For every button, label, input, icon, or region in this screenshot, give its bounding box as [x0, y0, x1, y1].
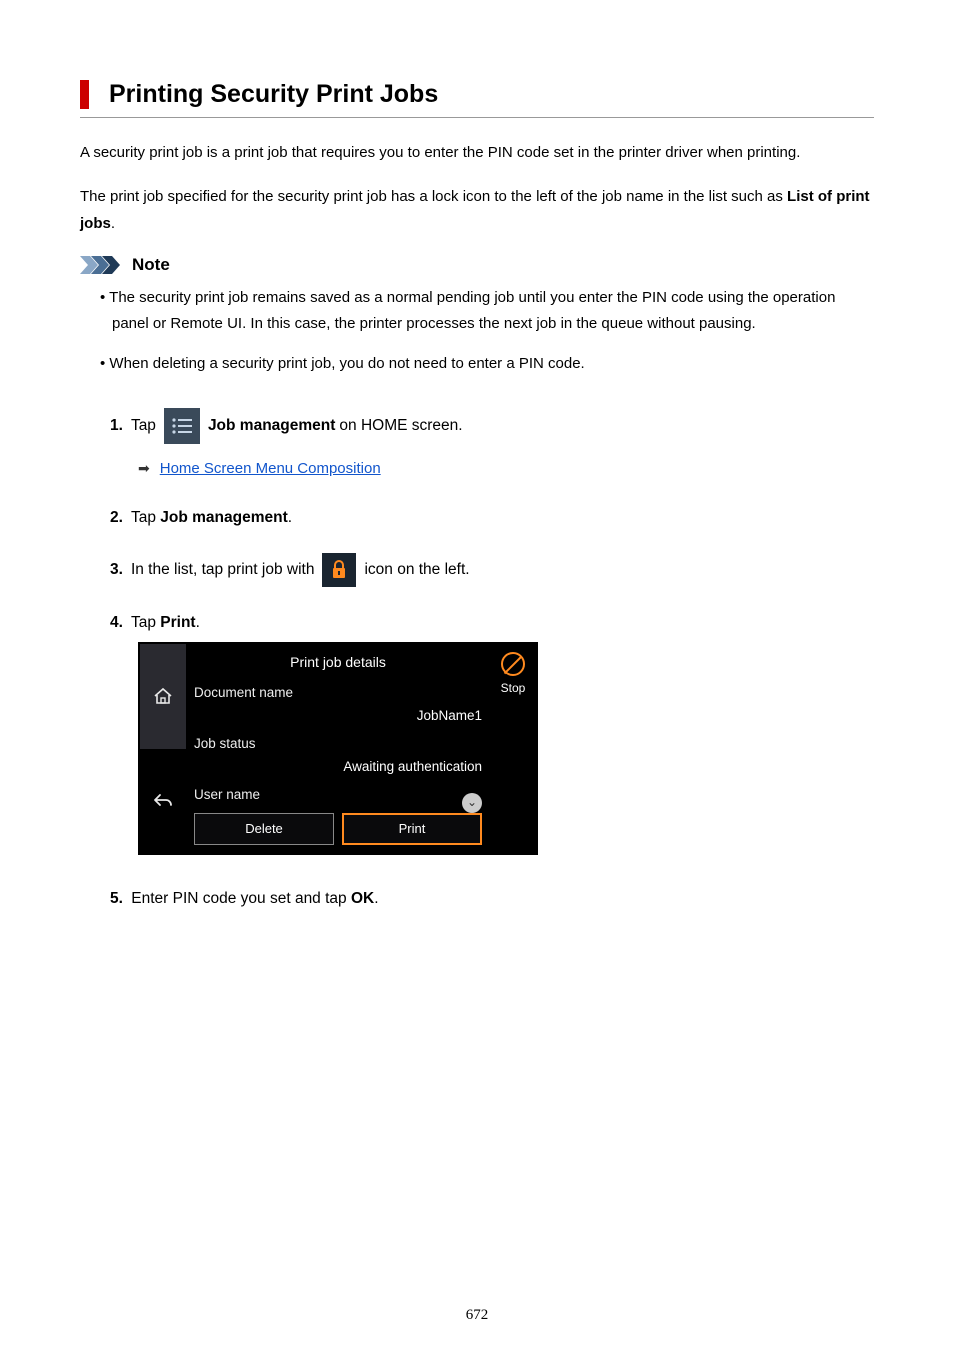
arrow-right-icon: ➡ [138, 456, 150, 481]
title-block: Printing Security Print Jobs [80, 80, 874, 109]
page-number: 672 [0, 1307, 954, 1324]
home-icon[interactable] [140, 644, 186, 749]
note-label: Note [132, 255, 170, 275]
panel-right-col: Stop [490, 644, 536, 853]
panel-content: Print job details Document name JobName1… [186, 644, 490, 853]
panel-row-2-label: User name [194, 783, 482, 807]
steps-list: 1. Tap Job management on HOME screen. ➡ … [80, 408, 874, 913]
step-3-number: 3. [110, 556, 123, 583]
step-4-text-a: Tap [131, 614, 160, 631]
step-5-text-c: . [374, 890, 378, 907]
step-3-text-c: icon on the left. [364, 556, 469, 583]
step-5-bold: OK [351, 890, 374, 907]
step-2: 2. Tap Job management. [110, 504, 874, 531]
home-screen-link[interactable]: Home Screen Menu Composition [160, 456, 381, 482]
back-icon[interactable] [140, 749, 186, 854]
chevron-down-icon[interactable]: ⌄ [462, 793, 482, 813]
step-3-text-a: In the list, tap print job with [131, 556, 315, 583]
print-button[interactable]: Print [342, 813, 482, 846]
step-5-number: 5. [110, 890, 123, 907]
note-item-1: The security print job remains saved as … [100, 285, 874, 338]
step-2-number: 2. [110, 509, 123, 526]
page-title: Printing Security Print Jobs [109, 80, 874, 109]
panel-left-col [140, 644, 186, 853]
stop-icon[interactable] [501, 652, 525, 676]
title-underline [80, 117, 874, 118]
note-item-2: When deleting a security print job, you … [100, 351, 874, 377]
step-1-number: 1. [110, 412, 123, 439]
printer-panel: Print job details Document name JobName1… [138, 642, 538, 855]
step-2-text-c: . [288, 509, 292, 526]
stop-label: Stop [501, 678, 526, 699]
step-5: 5. Enter PIN code you set and tap OK. [110, 885, 874, 912]
intro-paragraph-1: A security print job is a print job that… [80, 140, 874, 166]
intro2-text-a: The print job specified for the security… [80, 188, 787, 205]
step-1-sublink-row: ➡ Home Screen Menu Composition [138, 456, 874, 482]
step-1-bold: Job management [208, 412, 335, 439]
panel-row-1-value: Awaiting authentication [194, 755, 482, 779]
delete-button[interactable]: Delete [194, 813, 334, 846]
step-1-text-a: Tap [131, 412, 156, 439]
lock-icon [322, 553, 356, 587]
intro2-text-c: . [111, 215, 115, 232]
step-4: 4. Tap Print. Print job details Do [110, 609, 874, 856]
step-4-text-c: . [196, 614, 200, 631]
note-arrows-icon [80, 256, 126, 274]
panel-row-0-label: Document name [194, 681, 482, 705]
note-header: Note [80, 255, 874, 275]
panel-title: Print job details [194, 650, 482, 675]
panel-row-0-value: JobName1 [194, 704, 482, 728]
panel-buttons: Delete Print [194, 813, 482, 846]
step-1-text-c: on HOME screen. [339, 412, 462, 439]
job-management-icon [164, 408, 200, 444]
step-1: 1. Tap Job management on HOME screen. ➡ … [110, 408, 874, 482]
step-4-number: 4. [110, 614, 123, 631]
step-4-bold: Print [160, 614, 195, 631]
panel-row-1-label: Job status [194, 732, 482, 756]
intro-paragraph-2: The print job specified for the security… [80, 184, 874, 237]
note-list: The security print job remains saved as … [80, 285, 874, 378]
step-5-text-a: Enter PIN code you set and tap [131, 890, 351, 907]
step-2-bold: Job management [160, 509, 287, 526]
step-3: 3. In the list, tap print job with icon … [110, 553, 874, 587]
step-2-text-a: Tap [131, 509, 160, 526]
